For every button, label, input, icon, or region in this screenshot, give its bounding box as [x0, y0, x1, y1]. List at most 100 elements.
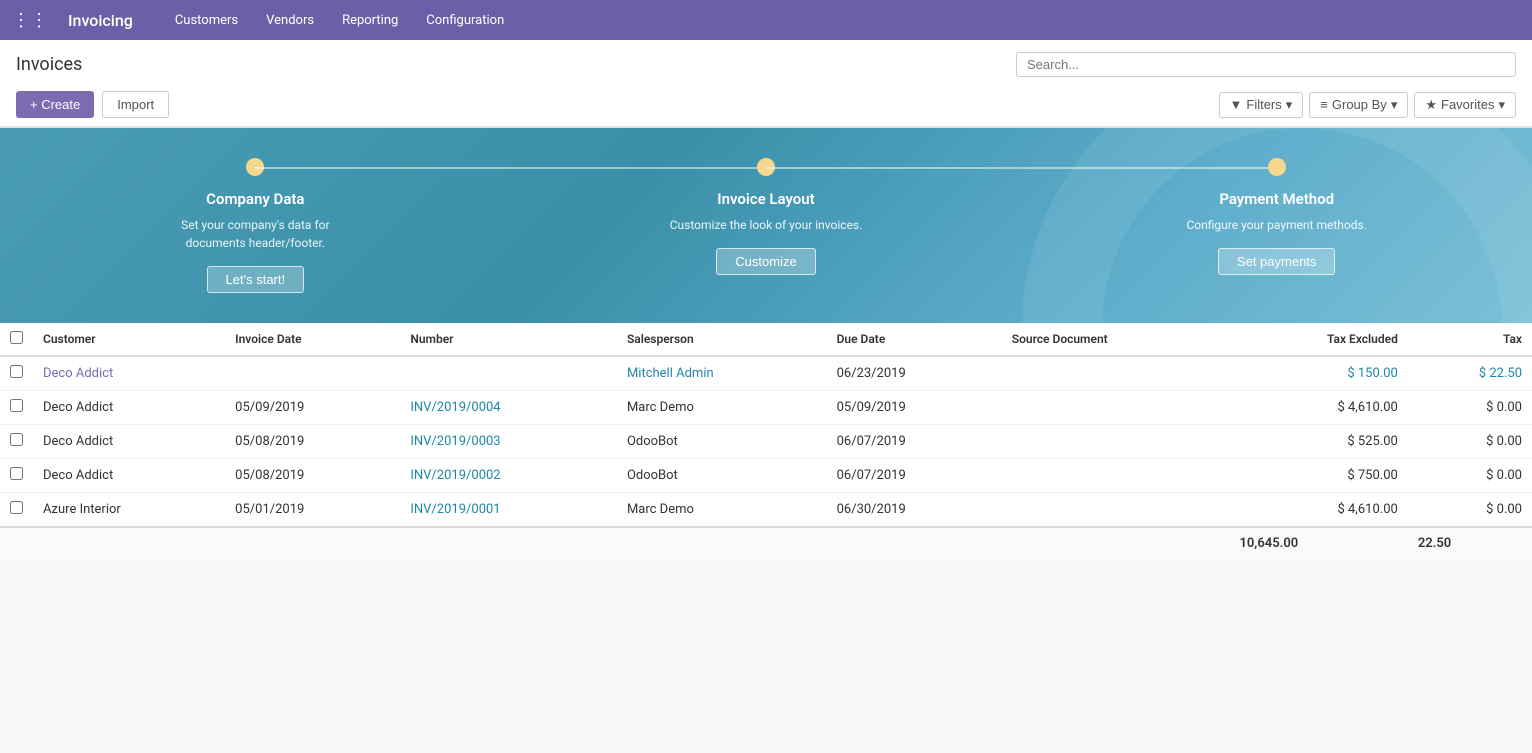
step2-desc: Customize the look of your invoices.: [670, 216, 863, 234]
cell-due-date: 06/23/2019: [827, 356, 1002, 391]
banner-step-layout: Invoice Layout Customize the look of you…: [511, 158, 1022, 275]
filters-label: Filters: [1246, 97, 1281, 112]
cell-number[interactable]: INV/2019/0001: [400, 493, 617, 528]
step3-title: Payment Method: [1219, 190, 1334, 208]
cell-due-date: 06/30/2019: [827, 493, 1002, 528]
step1-button[interactable]: Let's start!: [207, 266, 305, 293]
cell-customer: Azure Interior: [33, 493, 225, 528]
cell-customer[interactable]: Deco Addict: [33, 356, 225, 391]
cell-tax: $ 0.00: [1408, 425, 1532, 459]
nav-vendors[interactable]: Vendors: [254, 7, 326, 34]
cell-customer: Deco Addict: [33, 459, 225, 493]
top-navigation: ⋮⋮ Invoicing Customers Vendors Reporting…: [0, 0, 1532, 40]
cell-due-date: 05/09/2019: [827, 391, 1002, 425]
cell-source-document: [1002, 356, 1230, 391]
cell-due-date: 06/07/2019: [827, 425, 1002, 459]
col-customer[interactable]: Customer: [33, 323, 225, 356]
cell-number[interactable]: INV/2019/0002: [400, 459, 617, 493]
cell-tax-excluded[interactable]: $ 150.00: [1229, 356, 1407, 391]
total-tax-excluded: 10,645.00: [1229, 527, 1407, 559]
header-area: Invoices + Create Import ▼ Filters ▾ ≡ G…: [0, 40, 1532, 128]
cell-salesperson: OdooBot: [617, 425, 827, 459]
filters-chevron-icon: ▾: [1286, 97, 1293, 113]
cell-customer: Deco Addict: [33, 391, 225, 425]
page-title: Invoices: [16, 54, 82, 75]
nav-configuration[interactable]: Configuration: [414, 7, 516, 34]
cell-tax-excluded: $ 4,610.00: [1229, 391, 1407, 425]
banner-step-payment: Payment Method Configure your payment me…: [1021, 158, 1532, 275]
row-checkbox[interactable]: [10, 501, 23, 514]
cell-salesperson: Marc Demo: [617, 391, 827, 425]
cell-invoice-date: [225, 356, 400, 391]
col-due-date[interactable]: Due Date: [827, 323, 1002, 356]
row-checkbox-cell: [0, 356, 33, 391]
import-button[interactable]: Import: [102, 91, 169, 118]
groupby-icon: ≡: [1320, 97, 1328, 112]
select-all-checkbox[interactable]: [10, 331, 23, 344]
cell-invoice-date: 05/09/2019: [225, 391, 400, 425]
step1-title: Company Data: [206, 190, 304, 208]
cell-due-date: 06/07/2019: [827, 459, 1002, 493]
totals-row: 10,645.00 22.50: [0, 527, 1532, 559]
cell-invoice-date: 05/08/2019: [225, 459, 400, 493]
cell-tax: $ 0.00: [1408, 493, 1532, 528]
step3-button[interactable]: Set payments: [1218, 248, 1336, 275]
total-tax: 22.50: [1408, 527, 1532, 559]
cell-number[interactable]: INV/2019/0004: [400, 391, 617, 425]
table-header-row: Customer Invoice Date Number Salesperson…: [0, 323, 1532, 356]
row-checkbox-cell: [0, 425, 33, 459]
step1-desc: Set your company's data for documents he…: [155, 216, 355, 252]
cell-number[interactable]: INV/2019/0003: [400, 425, 617, 459]
nav-reporting[interactable]: Reporting: [330, 7, 410, 34]
cell-source-document: [1002, 459, 1230, 493]
row-checkbox-cell: [0, 459, 33, 493]
row-checkbox-cell: [0, 391, 33, 425]
col-tax[interactable]: Tax: [1408, 323, 1532, 356]
star-icon: ★: [1425, 97, 1437, 113]
row-checkbox[interactable]: [10, 399, 23, 412]
row-checkbox[interactable]: [10, 433, 23, 446]
cell-invoice-date: 05/01/2019: [225, 493, 400, 528]
filters-button[interactable]: ▼ Filters ▾: [1219, 92, 1304, 118]
cell-salesperson: OdooBot: [617, 459, 827, 493]
cell-source-document: [1002, 425, 1230, 459]
cell-salesperson[interactable]: Mitchell Admin: [617, 356, 827, 391]
col-tax-excluded[interactable]: Tax Excluded: [1229, 323, 1407, 356]
step2-title: Invoice Layout: [717, 190, 814, 208]
row-checkbox[interactable]: [10, 365, 23, 378]
nav-customers[interactable]: Customers: [163, 7, 250, 34]
main-navigation: Customers Vendors Reporting Configuratio…: [163, 7, 516, 34]
select-all-header[interactable]: [0, 323, 33, 356]
col-salesperson[interactable]: Salesperson: [617, 323, 827, 356]
table-body: Deco Addict Mitchell Admin06/23/2019 $ 150…: [0, 356, 1532, 527]
cell-tax-excluded: $ 525.00: [1229, 425, 1407, 459]
cell-tax-excluded: $ 4,610.00: [1229, 493, 1407, 528]
create-button[interactable]: + Create: [16, 91, 94, 118]
totals-label: [0, 527, 1229, 559]
page-header: Invoices: [0, 40, 1532, 85]
row-checkbox[interactable]: [10, 467, 23, 480]
step3-circle: [1268, 158, 1286, 176]
cell-source-document: [1002, 391, 1230, 425]
step2-button[interactable]: Customize: [716, 248, 815, 275]
cell-customer: Deco Addict: [33, 425, 225, 459]
groupby-chevron-icon: ▾: [1391, 97, 1398, 113]
favorites-label: Favorites: [1441, 97, 1494, 112]
banner-step-company: Company Data Set your company's data for…: [0, 158, 511, 293]
step3-desc: Configure your payment methods.: [1187, 216, 1367, 234]
cell-tax[interactable]: $ 22.50: [1408, 356, 1532, 391]
toolbar-right: ▼ Filters ▾ ≡ Group By ▾ ★ Favorites ▾: [1219, 92, 1517, 118]
cell-source-document: [1002, 493, 1230, 528]
search-input[interactable]: [1016, 52, 1516, 77]
apps-grid-icon[interactable]: ⋮⋮: [12, 10, 48, 31]
toolbar: + Create Import ▼ Filters ▾ ≡ Group By ▾…: [0, 85, 1532, 127]
col-source-document[interactable]: Source Document: [1002, 323, 1230, 356]
favorites-button[interactable]: ★ Favorites ▾: [1414, 92, 1516, 118]
table-row: Deco Addict Mitchell Admin06/23/2019 $ 150…: [0, 356, 1532, 391]
col-number[interactable]: Number: [400, 323, 617, 356]
cell-salesperson: Marc Demo: [617, 493, 827, 528]
groupby-button[interactable]: ≡ Group By ▾: [1309, 92, 1408, 118]
table-row: Deco Addict05/09/2019INV/2019/0004Marc D…: [0, 391, 1532, 425]
search-wrapper: [1016, 52, 1516, 77]
col-invoice-date[interactable]: Invoice Date: [225, 323, 400, 356]
